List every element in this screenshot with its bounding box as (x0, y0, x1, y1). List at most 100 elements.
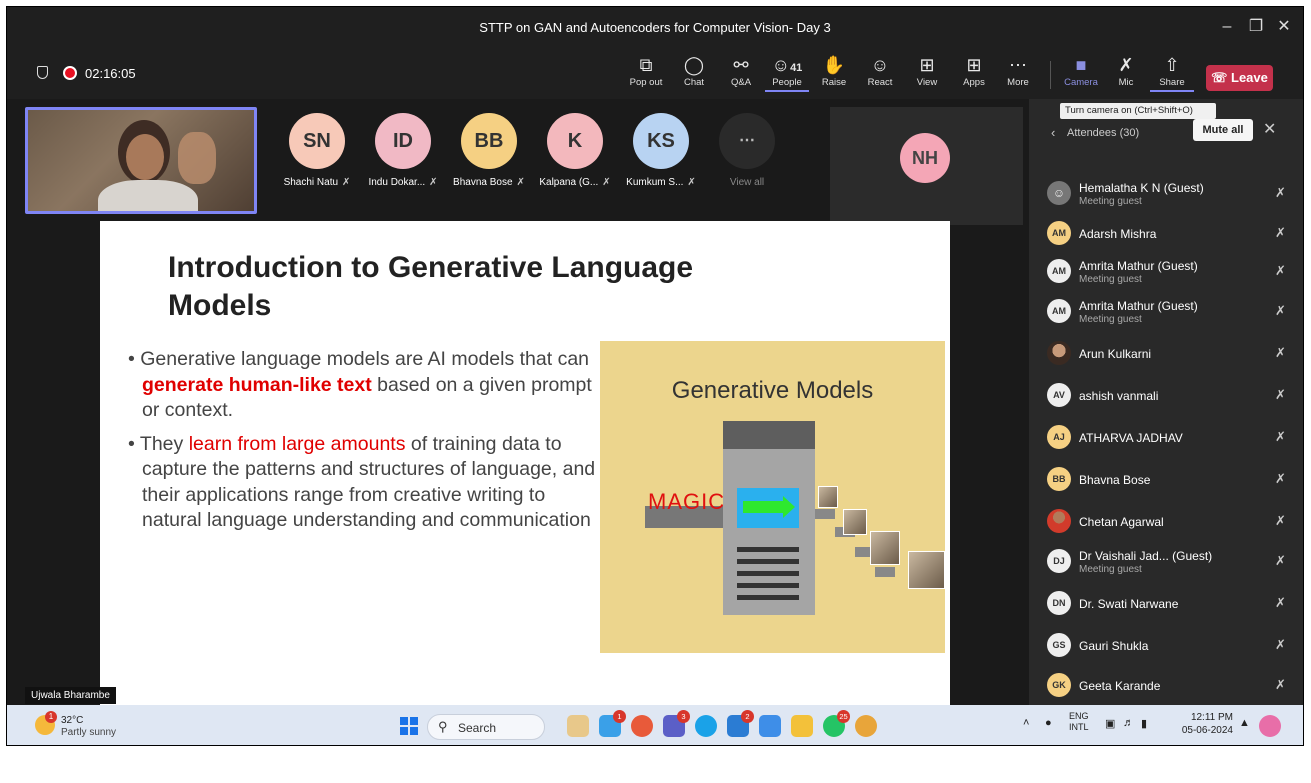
mic-off-icon: ✗ (1275, 637, 1286, 652)
attendee-row[interactable]: DN Dr. Swati Narwane ✗ (1047, 587, 1297, 623)
participant-tile[interactable]: BB Bhavna Bose ✗ (441, 113, 537, 188)
mic-off-icon: ✗ (342, 177, 351, 188)
guest-icon: ☺ (1047, 181, 1071, 205)
restore-icon[interactable]: ❐ (1243, 16, 1269, 38)
mic-off-icon: ✗ (1275, 595, 1286, 610)
participant-tile[interactable]: SN Shachi Natu ✗ (269, 113, 365, 188)
app-icon-chrome-2[interactable] (855, 715, 877, 737)
minimize-icon[interactable]: – (1214, 16, 1240, 38)
attendee-row[interactable]: Chetan Agarwal ✗ (1047, 505, 1297, 541)
app-icon-firefox[interactable] (631, 715, 653, 737)
toolbar-divider (1050, 61, 1051, 89)
attendee-row[interactable]: Arun Kulkarni ✗ (1047, 337, 1297, 373)
mic-off-icon: ✗ (1275, 471, 1286, 486)
mic-icon[interactable]: ● (1045, 717, 1052, 729)
raise-hand-button[interactable]: ✋ Raise (812, 53, 856, 95)
share-icon: ⇧ (1164, 55, 1180, 75)
shield-icon (37, 66, 48, 79)
participant-name: Shachi Natu (283, 177, 339, 188)
attendee-row[interactable]: DJ Dr Vaishali Jad... (Guest) Meeting gu… (1047, 545, 1297, 581)
meeting-timer: 02:16:05 (85, 66, 136, 81)
attendee-row[interactable]: AM Adarsh Mishra ✗ (1047, 217, 1297, 253)
close-panel-icon[interactable]: ✕ (1263, 119, 1276, 139)
apps-button[interactable]: ⊞ Apps (952, 53, 996, 95)
view-button[interactable]: ⊞ View (905, 53, 949, 95)
cat-image (870, 531, 900, 565)
attendee-row[interactable]: AV ashish vanmali ✗ (1047, 379, 1297, 415)
participant-tile[interactable]: KS Kumkum S... ✗ (613, 113, 709, 188)
avatar: DN (1047, 591, 1071, 615)
popout-button[interactable]: ⧉ Pop out (624, 53, 668, 95)
cat-image (908, 551, 945, 589)
participant-name: Indu Dokar... (368, 177, 426, 188)
react-button[interactable]: ☺ React (858, 53, 902, 95)
participant-tile-nh[interactable]: NH (830, 107, 1023, 225)
network-icon[interactable]: ▣ (1105, 717, 1115, 730)
view-all-button[interactable]: ⋯ View all (699, 113, 795, 188)
app-icon-folder[interactable] (791, 715, 813, 737)
attendee-row[interactable]: AM Amrita Mathur (Guest) Meeting guest ✗ (1047, 295, 1297, 331)
participant-tile[interactable]: K Kalpana (G... ✗ (527, 113, 623, 188)
mic-off-icon: ✗ (1275, 303, 1286, 318)
magic-label: MAGIC (648, 489, 726, 514)
mic-off-icon: ✗ (1275, 677, 1286, 692)
attendee-row[interactable]: ☺ Hemalatha K N (Guest) Meeting guest ✗ (1047, 177, 1297, 213)
avatar: NH (900, 133, 950, 183)
camera-button[interactable]: ■ Camera (1059, 53, 1103, 95)
app-icon-photos[interactable] (759, 715, 781, 737)
people-button[interactable]: ☺41 People (765, 53, 809, 95)
attendee-row[interactable]: GS Gauri Shukla ✗ (1047, 629, 1297, 665)
app-icon-edge[interactable] (695, 715, 717, 737)
participant-tile[interactable]: ID Indu Dokar... ✗ (355, 113, 451, 188)
camera-tooltip: Turn camera on (Ctrl+Shift+O) (1060, 103, 1216, 119)
attendee-row[interactable]: AJ ATHARVA JADHAV ✗ (1047, 421, 1297, 457)
mic-off-icon: ✗ (1275, 553, 1286, 568)
mute-all-button[interactable]: Mute all (1193, 119, 1253, 141)
avatar: BB (1047, 467, 1071, 491)
popout-icon: ⧉ (639, 55, 653, 75)
slide-title: Introduction to Generative Language Mode… (168, 251, 694, 322)
people-icon: ☺41 (771, 55, 803, 75)
notification-badge: 25 (837, 710, 850, 723)
mic-off-icon: ✗ (602, 177, 611, 188)
bullet-item: • Generative language models are AI mode… (128, 348, 592, 421)
more-button[interactable]: ⋯ More (996, 53, 1040, 95)
avatar: AV (1047, 383, 1071, 407)
taskbar-clock[interactable]: 12:11 PM 05-06-2024 (1173, 711, 1233, 737)
battery-icon[interactable]: ▮ (1141, 717, 1147, 730)
taskbar-search[interactable]: ⚲ Search (427, 714, 545, 740)
avatar: K (547, 113, 603, 169)
cat-image (843, 509, 867, 535)
mic-button[interactable]: ✗ Mic (1104, 53, 1148, 95)
attendee-row[interactable]: BB Bhavna Bose ✗ (1047, 463, 1297, 499)
avatar: ID (375, 113, 431, 169)
mic-off-icon: ✗ (429, 177, 438, 188)
apps-icon: ⊞ (966, 55, 982, 75)
close-icon[interactable]: ✕ (1271, 16, 1297, 38)
chevron-up-icon[interactable]: ˄ (1023, 717, 1029, 729)
attendee-row[interactable]: GK Geeta Karande ✗ (1047, 669, 1297, 705)
notification-badge: 1 (45, 711, 57, 723)
figure-title: Generative Models (671, 377, 874, 404)
back-icon[interactable]: ‹ (1051, 125, 1055, 140)
mic-off-icon: ✗ (1275, 185, 1286, 200)
machine-graphic (723, 449, 815, 615)
leave-button[interactable]: ☏ Leave (1206, 65, 1273, 91)
app-icon-notes[interactable] (567, 715, 589, 737)
copilot-icon[interactable] (1259, 715, 1281, 737)
share-button[interactable]: ⇧ Share (1150, 53, 1194, 95)
chat-button[interactable]: ◯ Chat (672, 53, 716, 95)
bell-icon[interactable]: ▲ (1239, 717, 1250, 729)
recording-icon (63, 66, 77, 80)
volume-icon[interactable]: ♬ (1123, 717, 1134, 729)
windows-start-icon[interactable] (400, 717, 418, 735)
avatar: AJ (1047, 425, 1071, 449)
mic-off-icon: ✗ (1275, 345, 1286, 360)
camera-off-icon: ■ (1075, 55, 1087, 75)
presenter-video[interactable] (25, 107, 257, 214)
language-indicator[interactable]: ENG INTL (1069, 711, 1089, 733)
attendees-panel: ‹ Attendees (30) Mute all ✕ ☺ Hemalatha … (1029, 99, 1303, 705)
attendee-row[interactable]: AM Amrita Mathur (Guest) Meeting guest ✗ (1047, 255, 1297, 291)
qa-button[interactable]: ⚯ Q&A (719, 53, 763, 95)
avatar: AM (1047, 221, 1071, 245)
